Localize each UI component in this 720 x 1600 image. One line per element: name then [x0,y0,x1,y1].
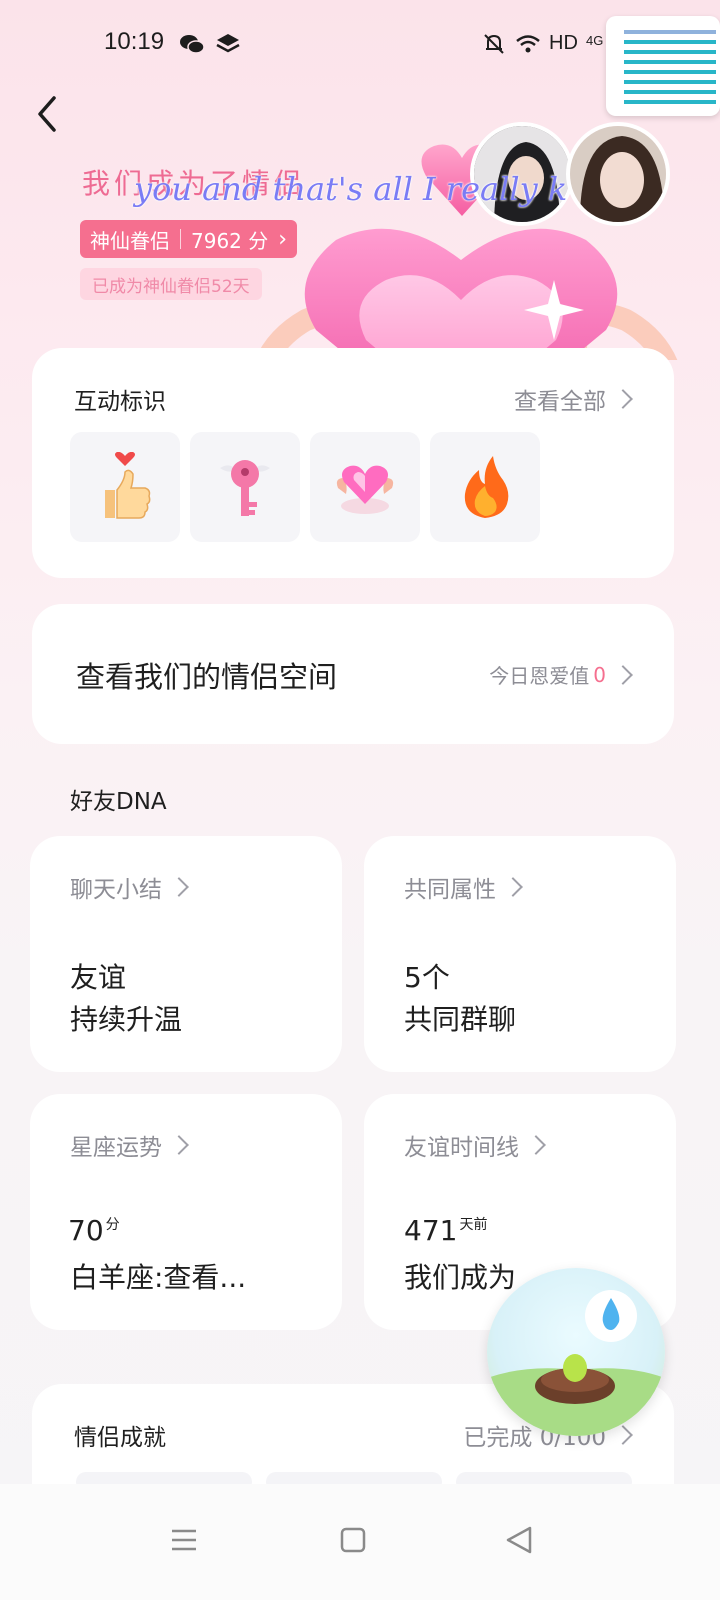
today-value: 0 [593,662,606,687]
achievement-title: 情侣成就 [74,1425,166,1451]
dna-card-line2: 我们成为 [404,1261,517,1294]
days-pill: 已成为神仙眷侣52天 [80,268,262,300]
big-heart-box-icon [304,228,618,360]
level-name: 神仙眷侣 [90,228,170,253]
label-text: 友谊时间线 [404,1135,519,1161]
avatar-partner[interactable] [566,122,670,226]
wechat-icon [180,35,205,54]
dna-card-line1: 471 天前 [404,1214,487,1247]
wifi-icon [516,35,540,53]
label-text: 共同属性 [404,877,496,903]
dna-card-line1: 5个 [404,961,450,994]
chevron-right-icon [613,1425,633,1445]
chevron-right-icon [613,389,633,409]
back-arrow-icon[interactable] [30,92,70,136]
dna-card-line2: 共同群聊 [404,1003,517,1036]
dna-card-line1: 70 分 [68,1214,120,1247]
badge-heart-gem[interactable] [310,432,420,542]
today-label: 今日恩爱值 [489,664,590,688]
avatar-photo [570,126,666,222]
couple-space-card[interactable]: 查看我们的情侣空间 今日恩爱值 0 [32,604,674,744]
chevron-right-icon [169,877,189,897]
chevron-right-icon [613,664,633,685]
flame-icon [464,456,509,518]
system-nav-bar [0,1484,720,1600]
divider [180,229,181,249]
interaction-badges-card: 互动标识 查看全部 [32,348,674,578]
chevron-right-icon [526,1135,546,1155]
hero-banner: 我们成为了情侣 you and that's all I really k 神仙… [0,70,720,360]
dna-card-label: 星座运势 [70,1128,189,1162]
hd-label: HD [549,32,578,54]
sprout-pot-icon [487,1290,665,1436]
home-square-icon[interactable] [333,1520,373,1560]
label-text: 聊天小结 [70,877,162,903]
days-unit: 天前 [459,1217,488,1233]
view-all-link[interactable]: 查看全部 [514,382,633,416]
dna-card-line2: 持续升温 [70,1003,183,1036]
interaction-title: 互动标识 [74,389,166,415]
couple-level-pill[interactable]: 神仙眷侣 7962 分 › [80,220,298,258]
chevron-right-icon [169,1135,189,1155]
badge-flame[interactable] [430,432,540,542]
thumbs-up-heart-icon [105,452,151,519]
mute-bell-icon [484,34,504,54]
view-all-label: 查看全部 [514,389,606,415]
badge-thumbs-up[interactable] [70,432,180,542]
dna-card-common-traits[interactable]: 共同属性 5个 共同群聊 [364,836,676,1072]
days-value: 471 [404,1214,458,1247]
couple-space-title: 查看我们的情侣空间 [76,660,338,694]
dna-card-label: 友谊时间线 [404,1128,546,1162]
lyric-overlay: you and that's all I really k [134,170,568,208]
dna-card-label: 共同属性 [404,870,523,904]
dna-card-horoscope[interactable]: 星座运势 70 分 白羊座:查看... [30,1094,342,1330]
layers-icon [216,34,240,53]
score-unit: 分 [105,1217,120,1233]
dna-card-chat-summary[interactable]: 聊天小结 友谊 持续升温 [30,836,342,1072]
dna-section-title: 好友DNA [70,789,167,815]
status-time: 10:19 [104,28,165,55]
chevron-right-icon: › [278,226,288,252]
network-label: 4G [586,33,604,48]
badge-key[interactable] [190,432,300,542]
winged-key-icon [220,460,270,516]
level-score: 7962 分 [191,228,269,253]
today-love-value[interactable]: 今日恩爱值 0 [489,660,633,689]
chevron-right-icon [503,877,523,897]
dna-card-line1: 友谊 [70,961,127,994]
score-value: 70 [68,1214,104,1247]
dna-card-line2: 白羊座:查看... [70,1261,247,1294]
label-text: 星座运势 [70,1135,162,1161]
floating-plant-widget[interactable] [487,1268,665,1436]
back-triangle-icon[interactable] [500,1520,540,1560]
menu-icon[interactable] [164,1520,204,1560]
dna-card-label: 聊天小结 [70,870,189,904]
heart-gem-icon [336,465,394,514]
